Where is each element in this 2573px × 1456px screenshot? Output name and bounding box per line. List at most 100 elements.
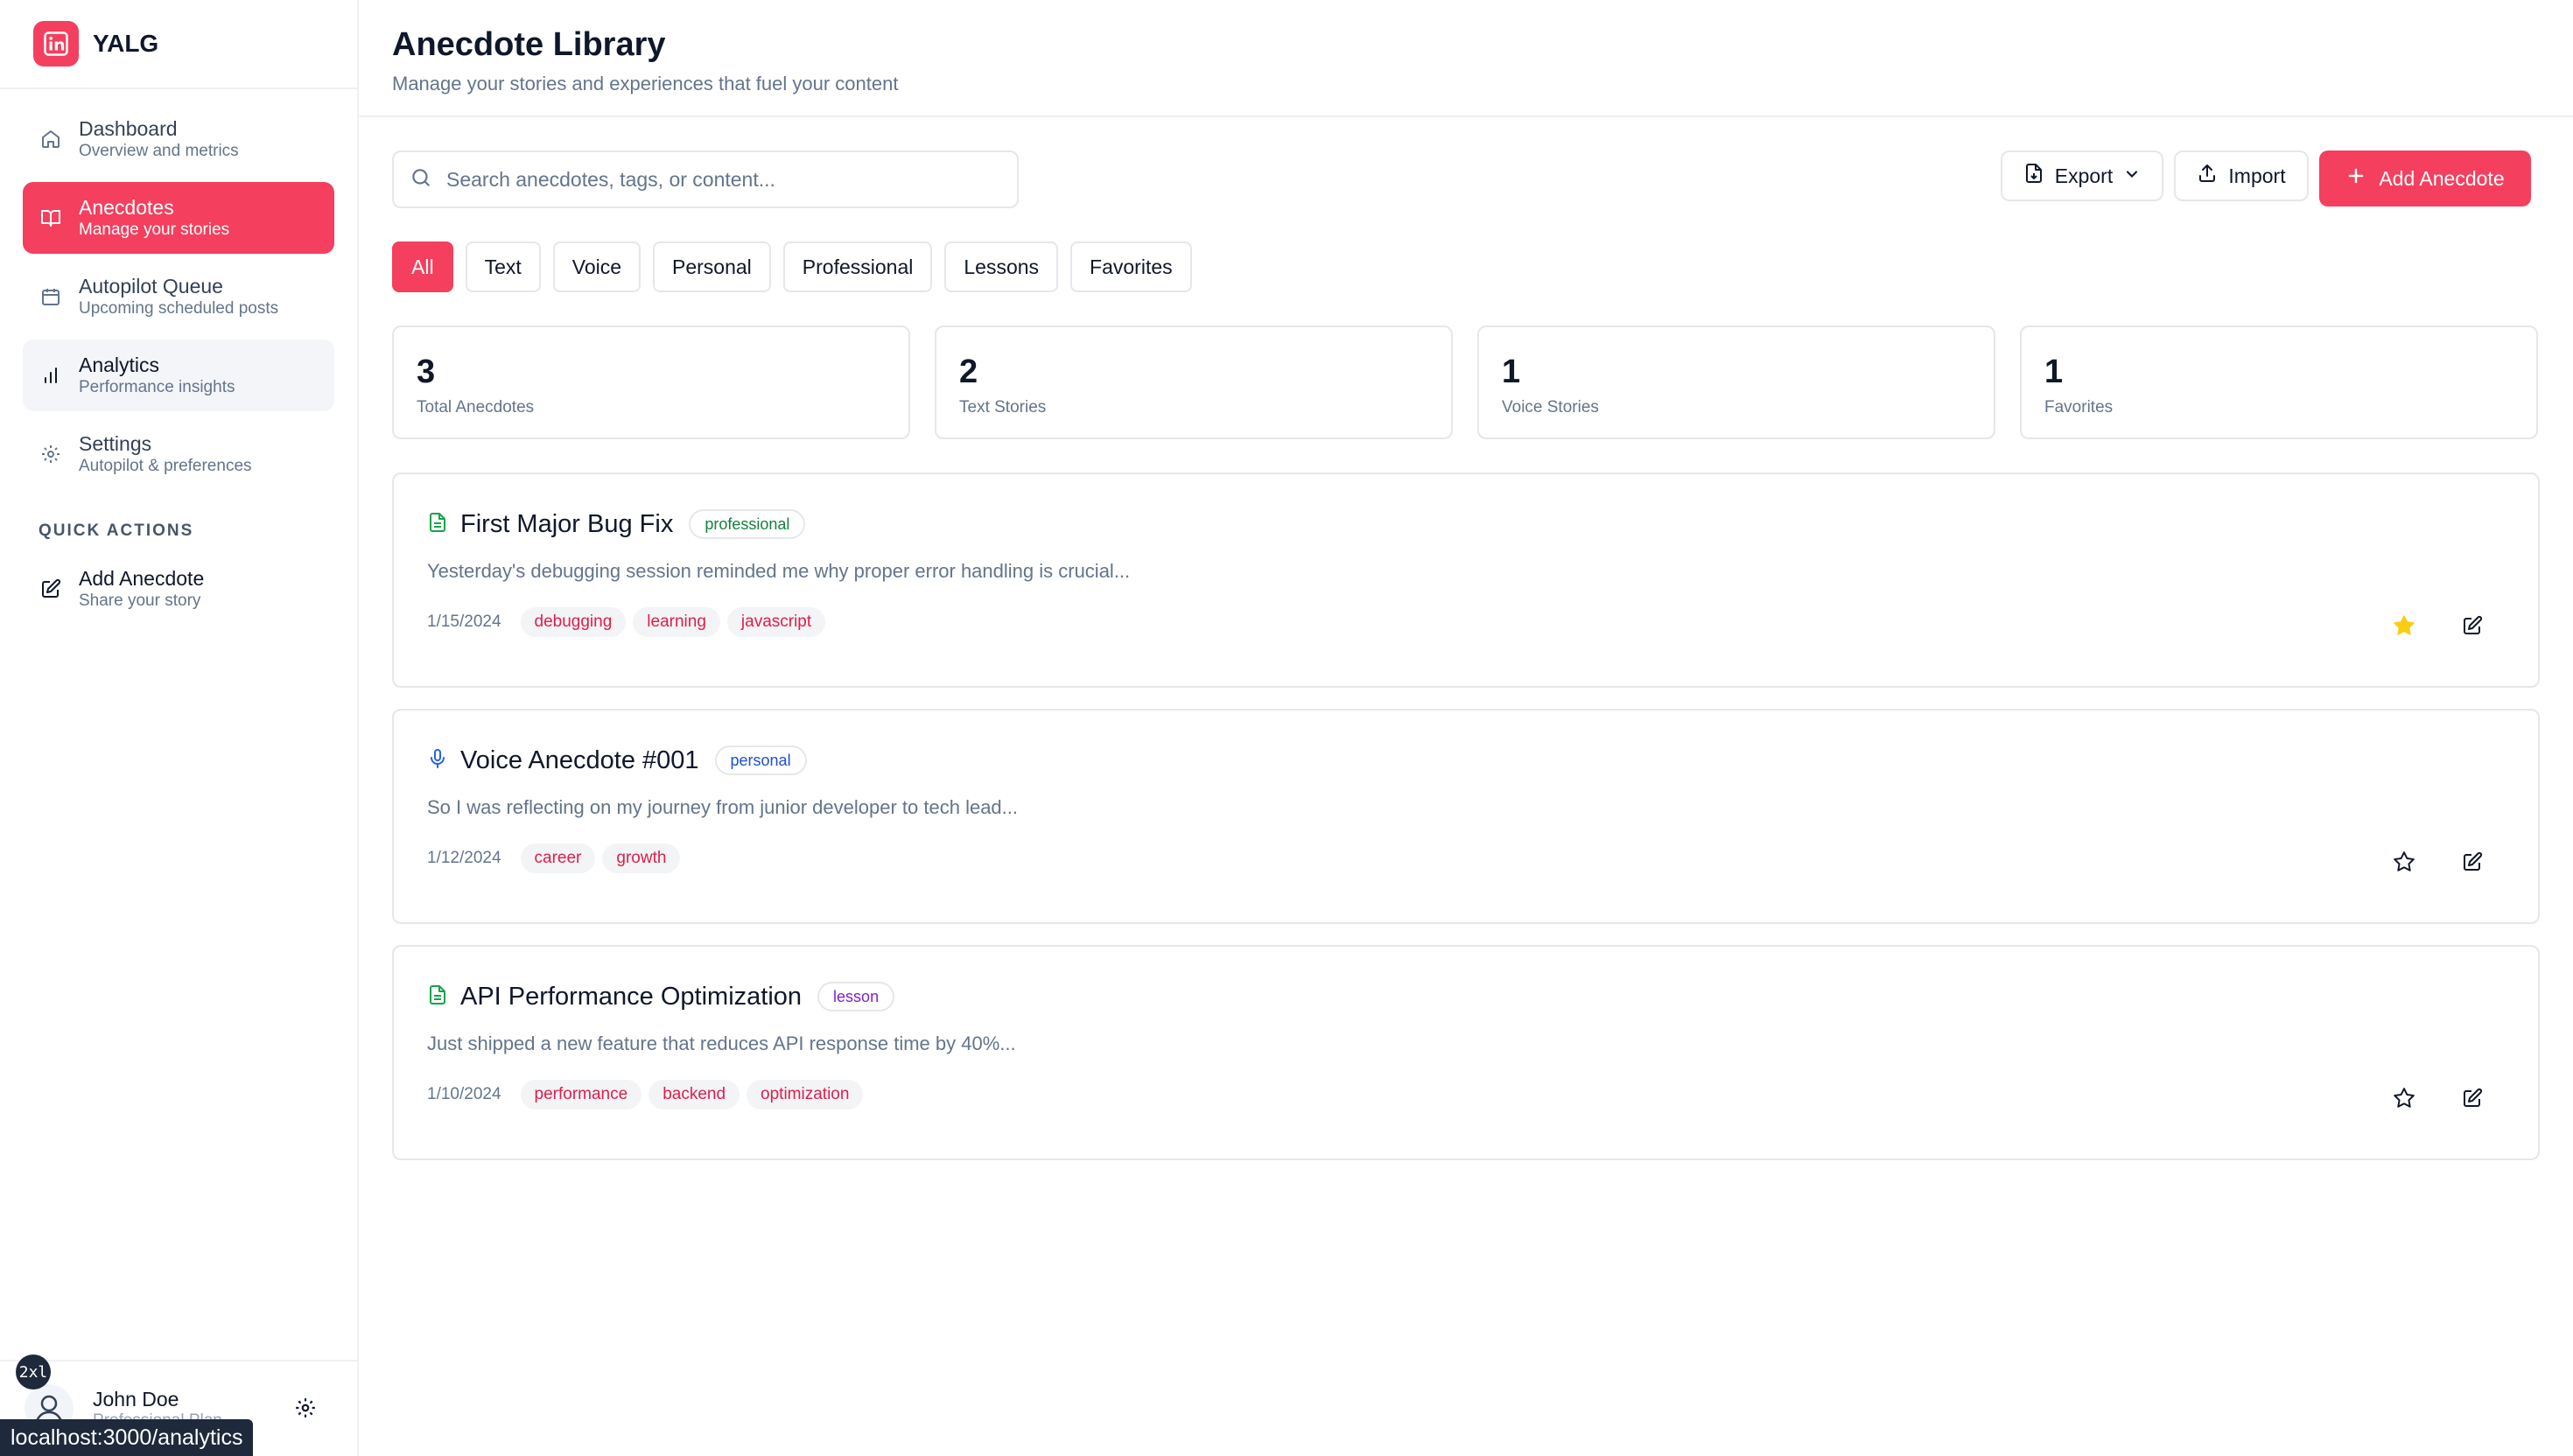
anecdote-date: 1/10/2024 xyxy=(427,1085,501,1103)
stat-value: 1 xyxy=(1502,354,1521,390)
anecdote-card[interactable]: Voice Anecdote #001 personal So I was re… xyxy=(392,709,2540,924)
anecdote-list: First Major Bug Fix professional Yesterd… xyxy=(392,472,2540,1181)
plus-icon xyxy=(2345,165,2366,192)
document-icon xyxy=(427,512,448,537)
stat-label: Text Stories xyxy=(959,398,1047,416)
calendar-icon xyxy=(39,284,63,309)
stat-card-total: 3 Total Anecdotes xyxy=(392,326,910,439)
stat-value: 3 xyxy=(417,354,436,390)
edit-icon[interactable] xyxy=(2461,850,2484,873)
search-box[interactable] xyxy=(392,150,1019,208)
filter-favorites[interactable]: Favorites xyxy=(1070,242,1192,292)
tag[interactable]: optimization xyxy=(747,1080,864,1110)
add-anecdote-button[interactable]: Add Anecdote xyxy=(2319,150,2531,206)
stat-value: 2 xyxy=(959,354,978,390)
anecdote-excerpt: Yesterday's debugging session reminded m… xyxy=(427,560,1131,582)
tag[interactable]: backend xyxy=(649,1080,740,1110)
document-icon xyxy=(427,984,448,1010)
page-subtitle: Manage your stories and experiences that… xyxy=(392,73,899,94)
toolbar: Export Import Add Anecdote xyxy=(392,150,2550,208)
stat-card-text: 2 Text Stories xyxy=(935,326,1453,439)
anecdote-excerpt: So I was reflecting on my journey from j… xyxy=(427,796,1019,818)
favorite-star-icon[interactable] xyxy=(2393,850,2415,873)
category-badge: personal xyxy=(714,746,807,775)
user-settings-icon[interactable] xyxy=(294,1396,317,1424)
tag[interactable]: growth xyxy=(602,844,681,873)
tag[interactable]: career xyxy=(520,844,596,873)
stat-value: 1 xyxy=(2044,354,2064,390)
category-badge: professional xyxy=(689,509,806,539)
sidebar-item-subtitle: Autopilot & preferences xyxy=(79,457,252,475)
filter-text[interactable]: Text xyxy=(465,242,541,292)
breakpoint-badge: 2xl xyxy=(16,1354,51,1390)
file-export-icon xyxy=(2023,163,2044,189)
anecdote-date: 1/15/2024 xyxy=(427,612,501,631)
filter-all[interactable]: All xyxy=(392,242,453,292)
filter-professional[interactable]: Professional xyxy=(782,242,933,292)
sidebar-item-analytics[interactable]: Analytics Performance insights xyxy=(23,340,334,411)
filter-personal[interactable]: Personal xyxy=(653,242,771,292)
sidebar-item-title: Settings xyxy=(79,432,152,455)
stat-card-voice: 1 Voice Stories xyxy=(1477,326,1995,439)
stat-label: Voice Stories xyxy=(1502,398,1599,416)
edit-icon[interactable] xyxy=(2461,614,2484,637)
stats-row: 3 Total Anecdotes 2 Text Stories 1 Voice… xyxy=(392,326,2538,439)
sidebar-item-subtitle: Performance insights xyxy=(79,378,235,396)
anecdote-card[interactable]: API Performance Optimization lesson Just… xyxy=(392,945,2540,1160)
main-content: Anecdote Library Manage your stories and… xyxy=(359,0,2573,1456)
export-label: Export xyxy=(2054,164,2114,187)
favorite-star-icon[interactable] xyxy=(2393,614,2415,637)
filter-lessons[interactable]: Lessons xyxy=(944,242,1059,292)
upload-icon xyxy=(2197,163,2218,189)
sidebar-item-title: Dashboard xyxy=(79,117,178,140)
stat-label: Total Anecdotes xyxy=(417,398,535,416)
tag[interactable]: debugging xyxy=(520,607,627,637)
category-badge: lesson xyxy=(817,982,895,1012)
tag[interactable]: performance xyxy=(520,1080,642,1110)
tag[interactable]: javascript xyxy=(726,607,826,637)
brand[interactable]: YALG xyxy=(0,0,357,89)
quick-action-subtitle: Share your story xyxy=(79,592,201,610)
import-label: Import xyxy=(2228,164,2286,187)
sidebar-nav: Dashboard Overview and metrics Anecdotes… xyxy=(0,89,357,625)
filter-tabs: All Text Voice Personal Professional Les… xyxy=(392,242,1192,292)
search-icon xyxy=(410,166,432,193)
page-title: Anecdote Library xyxy=(392,26,666,63)
anecdote-title: Voice Anecdote #001 xyxy=(460,746,699,774)
brand-name: YALG xyxy=(93,30,159,57)
stat-label: Favorites xyxy=(2044,398,2114,416)
sidebar-item-subtitle: Upcoming scheduled posts xyxy=(79,299,279,318)
microphone-icon xyxy=(427,748,448,774)
anecdote-date: 1/12/2024 xyxy=(427,849,501,867)
sidebar-item-dashboard[interactable]: Dashboard Overview and metrics xyxy=(23,103,334,175)
sidebar-item-subtitle: Overview and metrics xyxy=(79,142,239,160)
add-anecdote-label: Add Anecdote xyxy=(2379,166,2505,190)
stat-card-favorites: 1 Favorites xyxy=(2020,326,2538,439)
search-input[interactable] xyxy=(446,167,989,192)
anecdote-card[interactable]: First Major Bug Fix professional Yesterd… xyxy=(392,472,2540,688)
filter-voice[interactable]: Voice xyxy=(552,242,641,292)
quick-action-title: Add Anecdote xyxy=(79,567,205,590)
chevron-down-icon xyxy=(2123,164,2141,188)
user-name: John Doe xyxy=(93,1387,179,1410)
tag[interactable]: learning xyxy=(633,607,720,637)
sidebar-item-autopilot-queue[interactable]: Autopilot Queue Upcoming scheduled posts xyxy=(23,261,334,332)
anecdote-title: API Performance Optimization xyxy=(460,982,803,1011)
export-button[interactable]: Export xyxy=(2001,150,2163,201)
sidebar-item-settings[interactable]: Settings Autopilot & preferences xyxy=(23,418,334,490)
quick-action-add-anecdote[interactable]: Add Anecdote Share your story xyxy=(23,553,334,625)
sidebar-item-anecdotes[interactable]: Anecdotes Manage your stories xyxy=(23,182,334,254)
sidebar-item-title: Analytics xyxy=(79,354,160,376)
sidebar-item-subtitle: Manage your stories xyxy=(79,220,230,239)
pencil-square-icon xyxy=(39,577,63,601)
linkedin-logo-icon xyxy=(33,21,79,66)
gear-icon xyxy=(39,442,63,466)
quick-actions-label: QUICK ACTIONS xyxy=(39,522,194,540)
edit-icon[interactable] xyxy=(2461,1087,2484,1110)
sidebar: YALG Dashboard Overview and metrics Anec… xyxy=(0,0,359,1456)
book-icon xyxy=(39,206,63,230)
sidebar-item-title: Autopilot Queue xyxy=(79,275,223,298)
status-url-tooltip: localhost:3000/analytics xyxy=(0,1419,254,1456)
import-button[interactable]: Import xyxy=(2174,150,2309,201)
favorite-star-icon[interactable] xyxy=(2393,1087,2415,1110)
